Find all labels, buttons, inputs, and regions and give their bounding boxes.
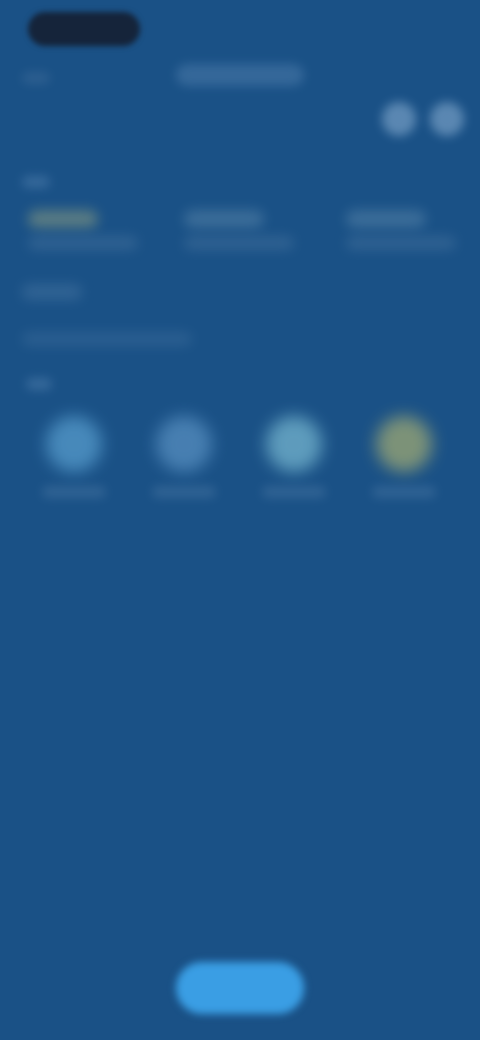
category-tile-2[interactable] bbox=[134, 410, 234, 510]
forecast-item-main bbox=[184, 210, 264, 228]
weather-icon bbox=[156, 416, 212, 472]
tile-label bbox=[42, 486, 106, 498]
page-title bbox=[176, 64, 304, 86]
tile-label bbox=[152, 486, 216, 498]
back-icon[interactable] bbox=[22, 72, 50, 84]
forecast-item-3[interactable] bbox=[346, 206, 466, 260]
weather-icon bbox=[266, 416, 322, 472]
forecast-item-main bbox=[346, 210, 426, 228]
menu-icon[interactable] bbox=[382, 102, 416, 136]
forecast-item-1[interactable] bbox=[28, 206, 148, 260]
category-tile-1[interactable] bbox=[24, 410, 124, 510]
weather-icon bbox=[46, 416, 102, 472]
weather-icon bbox=[376, 416, 432, 472]
forecast-item-sub bbox=[346, 236, 456, 250]
section-label-top bbox=[22, 176, 50, 188]
forecast-item-2[interactable] bbox=[184, 206, 304, 260]
app-screen bbox=[0, 0, 480, 1040]
info-text bbox=[22, 332, 192, 346]
forecast-item-sub bbox=[28, 236, 138, 250]
category-tile-3[interactable] bbox=[244, 410, 344, 510]
primary-action-button[interactable] bbox=[176, 962, 304, 1014]
more-icon[interactable] bbox=[430, 102, 464, 136]
forecast-item-main bbox=[28, 210, 98, 228]
tile-label bbox=[262, 486, 326, 498]
section-label-middle bbox=[26, 378, 52, 390]
forecast-item-sub bbox=[184, 236, 294, 250]
info-heading bbox=[22, 284, 82, 300]
status-indicator bbox=[28, 12, 140, 46]
category-tile-4[interactable] bbox=[354, 410, 454, 510]
tile-label bbox=[372, 486, 436, 498]
